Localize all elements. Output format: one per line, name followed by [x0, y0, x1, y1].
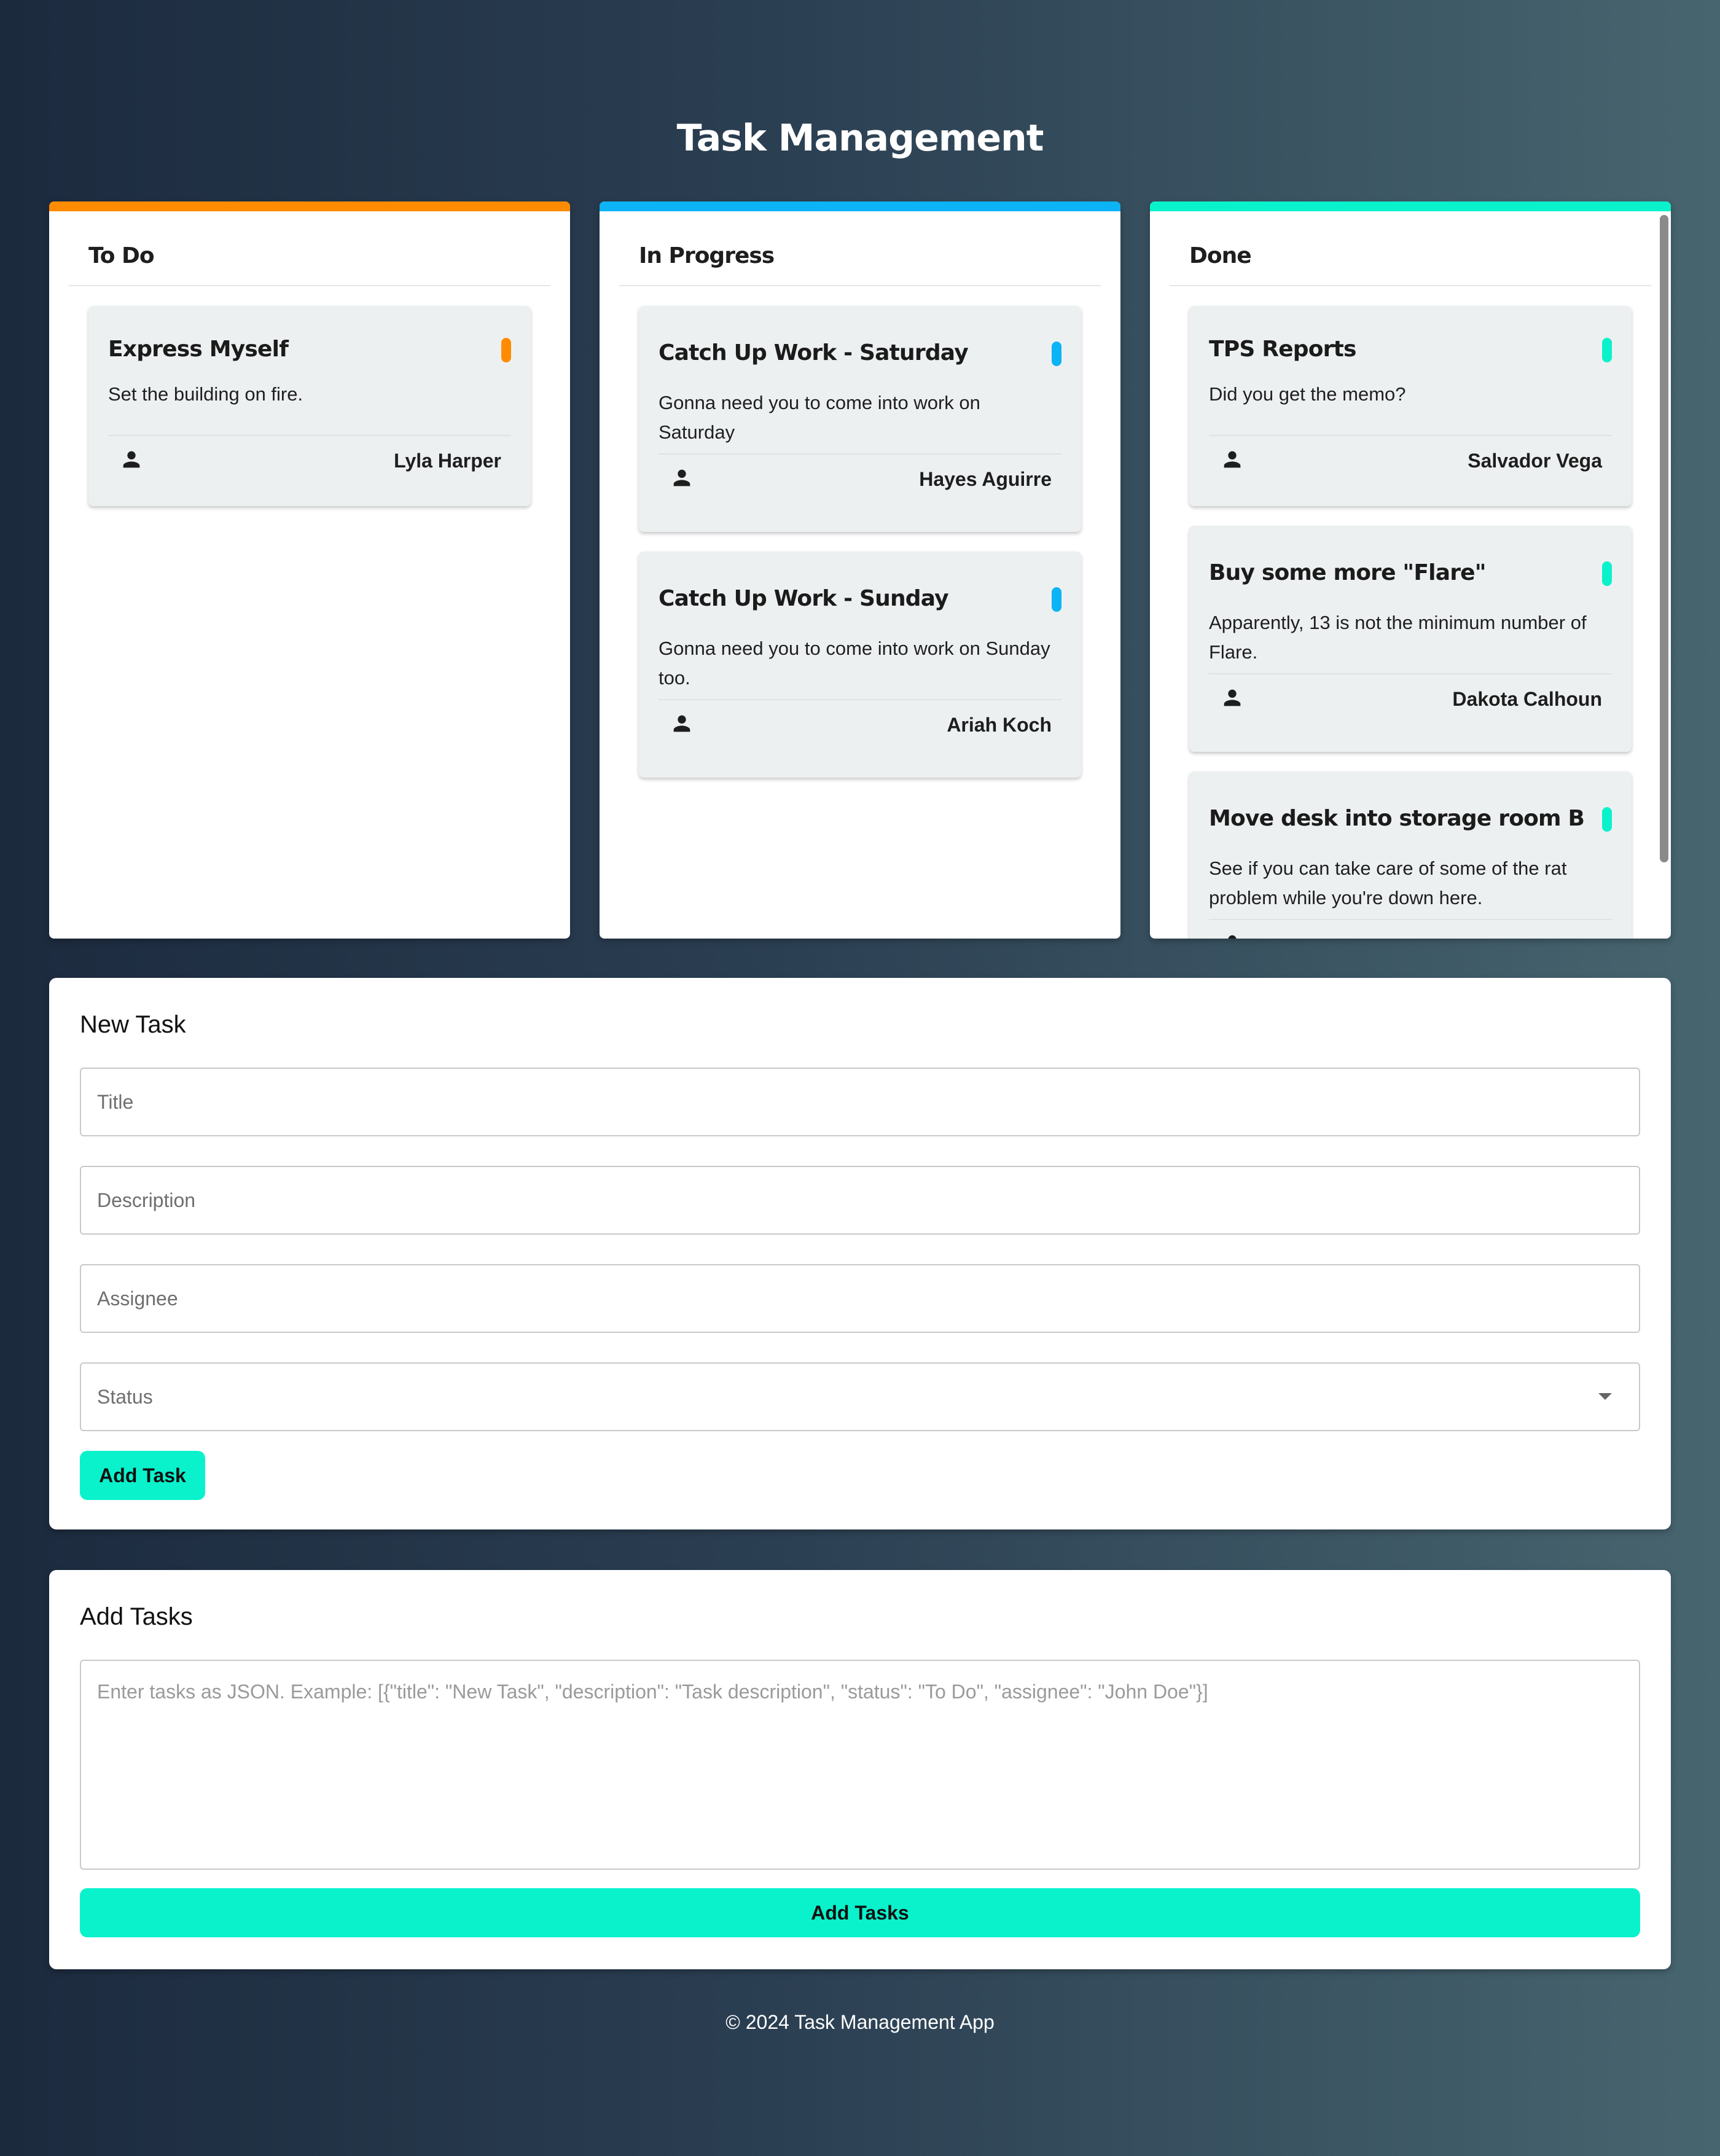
- status-indicator: [1602, 561, 1612, 586]
- add-tasks-button[interactable]: Add Tasks: [80, 1888, 1640, 1937]
- task-footer: [1209, 919, 1612, 939]
- person-icon: [1224, 689, 1241, 706]
- task-footer: Salvador Vega: [1209, 435, 1612, 506]
- task-card[interactable]: Buy some more "Flare" Apparently, 13 is …: [1189, 526, 1632, 752]
- task-card[interactable]: Move desk into storage room B See if you…: [1189, 771, 1632, 939]
- column-todo: To Do Express Myself Set the building on…: [49, 201, 570, 939]
- assignee-name: Lyla Harper: [394, 450, 501, 472]
- column-scrollbar[interactable]: [1660, 215, 1668, 862]
- caret-down-icon: [1598, 1393, 1612, 1400]
- column-done: Done TPS Reports Did you get the memo? S…: [1150, 201, 1671, 939]
- status-select-label: Status: [97, 1386, 153, 1408]
- task-footer: Lyla Harper: [108, 435, 511, 506]
- task-card[interactable]: Catch Up Work - Saturday Gonna need you …: [639, 306, 1081, 532]
- person-icon: [1224, 451, 1241, 468]
- status-select[interactable]: Status: [80, 1362, 1640, 1431]
- status-indicator: [1052, 587, 1061, 612]
- person-icon: [123, 451, 140, 468]
- title-input[interactable]: [80, 1068, 1640, 1136]
- status-indicator: [501, 338, 511, 362]
- task-footer: Dakota Calhoun: [1209, 673, 1612, 752]
- tasks-json-textarea[interactable]: [80, 1660, 1640, 1870]
- column-in-progress: In Progress Catch Up Work - Saturday Gon…: [600, 201, 1120, 939]
- new-task-panel: New Task Status Add Task: [49, 978, 1671, 1529]
- task-title: Move desk into storage room B: [1209, 806, 1585, 831]
- status-indicator: [1602, 338, 1612, 362]
- page-title: Task Management: [676, 117, 1044, 160]
- task-title: Catch Up Work - Saturday: [659, 340, 969, 365]
- column-title: Done: [1170, 211, 1651, 286]
- task-footer: Hayes Aguirre: [659, 453, 1061, 532]
- assignee-name: Ariah Koch: [947, 714, 1052, 736]
- column-color-bar: [600, 201, 1120, 211]
- description-input[interactable]: [80, 1166, 1640, 1235]
- person-icon: [1228, 935, 1237, 939]
- bulk-add-panel: Add Tasks Add Tasks: [49, 1570, 1671, 1969]
- status-indicator: [1052, 342, 1061, 366]
- task-card[interactable]: Express Myself Set the building on fire.…: [88, 306, 531, 506]
- task-card[interactable]: TPS Reports Did you get the memo? Salvad…: [1189, 306, 1632, 506]
- assignee-name: Dakota Calhoun: [1452, 688, 1602, 710]
- task-title: Catch Up Work - Sunday: [659, 586, 949, 611]
- task-description: Apparently, 13 is not the minimum number…: [1209, 612, 1587, 663]
- bulk-add-heading: Add Tasks: [80, 1603, 193, 1630]
- person-icon: [673, 469, 690, 486]
- status-indicator: [1602, 807, 1612, 832]
- task-description: Gonna need you to come into work on Satu…: [659, 392, 980, 443]
- task-card[interactable]: Catch Up Work - Sunday Gonna need you to…: [639, 552, 1081, 778]
- task-description: See if you can take care of some of the …: [1209, 857, 1567, 908]
- assignee-name: Hayes Aguirre: [919, 468, 1052, 490]
- task-title: TPS Reports: [1209, 337, 1356, 362]
- new-task-heading: New Task: [80, 1011, 186, 1038]
- task-footer: Ariah Koch: [659, 699, 1061, 778]
- task-title: Buy some more "Flare": [1209, 560, 1487, 585]
- add-task-button[interactable]: Add Task: [80, 1451, 205, 1500]
- assignee-input[interactable]: [80, 1264, 1640, 1333]
- column-color-bar: [1150, 201, 1671, 211]
- task-description: Did you get the memo?: [1209, 383, 1406, 405]
- column-color-bar: [49, 201, 570, 211]
- column-title: In Progress: [619, 211, 1101, 286]
- task-title: Express Myself: [108, 337, 289, 362]
- footer-copyright: © 2024 Task Management App: [725, 2011, 995, 2033]
- person-icon: [673, 715, 690, 732]
- assignee-name: Salvador Vega: [1468, 450, 1602, 472]
- kanban-board: To Do Express Myself Set the building on…: [49, 201, 1671, 939]
- task-description: Set the building on fire.: [108, 383, 303, 405]
- column-title: To Do: [69, 211, 550, 286]
- task-description: Gonna need you to come into work on Sund…: [659, 638, 1050, 689]
